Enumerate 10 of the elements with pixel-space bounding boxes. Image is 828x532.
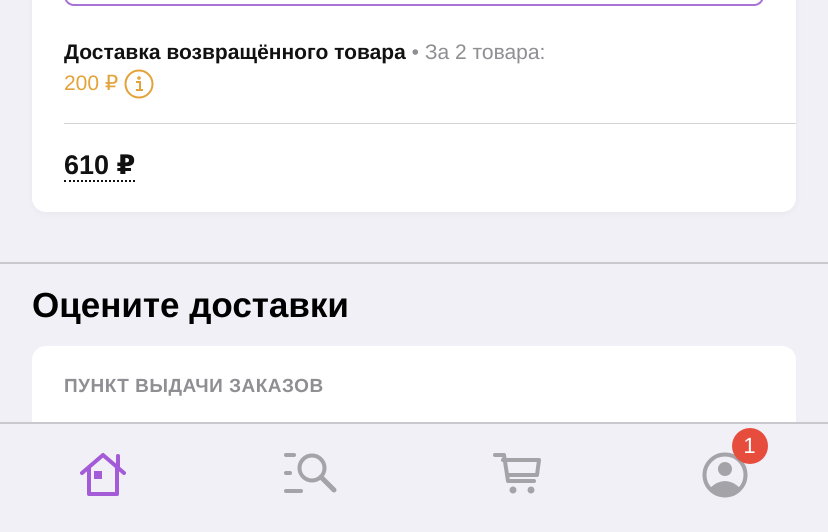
return-delivery-text: Доставка возвращённого товара • За 2 товара: 200 ₽ xyxy=(64,37,796,99)
home-icon xyxy=(78,452,128,498)
search-icon xyxy=(282,452,338,494)
profile-icon xyxy=(702,452,748,498)
total-price[interactable]: 610 ₽ xyxy=(64,152,136,182)
tab-button[interactable]: 1 xyxy=(621,424,828,532)
notification-badge: 1 xyxy=(732,428,768,464)
info-icon[interactable] xyxy=(124,68,154,98)
card-label: ПУНКТ ВЫДАЧИ ЗАКАЗОВ xyxy=(64,376,325,398)
section-heading: Оцените доставки xyxy=(32,286,350,326)
